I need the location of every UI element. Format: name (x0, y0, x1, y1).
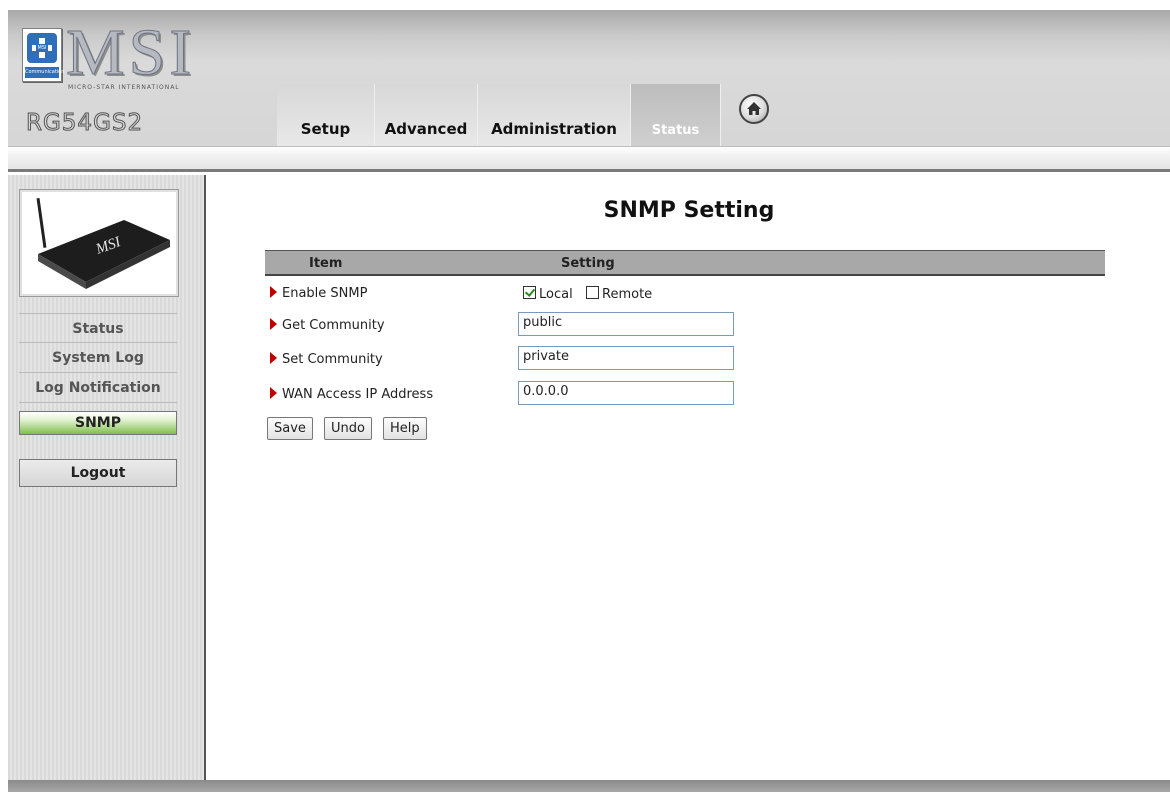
row-get-community: Get Community (270, 318, 385, 333)
sidebar: MSI Status System Log Log Notification S… (8, 175, 206, 780)
row-label: Set Community (282, 352, 383, 367)
red-arrow-icon (270, 387, 277, 399)
tab-setup[interactable]: Setup (277, 84, 375, 146)
emblem-cross-icon: MSI (27, 33, 57, 63)
router-image: MSI (19, 189, 179, 297)
remote-checkbox[interactable] (586, 286, 599, 299)
row-enable-snmp: Enable SNMP (270, 286, 367, 301)
router-admin-page: MSI Communication MSI MICRO-STAR INTERNA… (0, 0, 1170, 792)
column-header-item: Item (309, 256, 343, 271)
sidebar-item-status[interactable]: Status (19, 313, 177, 343)
help-button[interactable]: Help (383, 417, 427, 440)
sidebar-item-system-log[interactable]: System Log (19, 343, 177, 373)
footer-bar (8, 780, 1170, 792)
home-icon[interactable] (739, 94, 769, 124)
row-label: WAN Access IP Address (282, 387, 434, 402)
tab-status[interactable]: Status (631, 84, 721, 146)
red-arrow-icon (270, 352, 277, 364)
table-header: Item Setting (265, 250, 1105, 276)
local-label: Local (539, 287, 573, 302)
brand-logo: MSI (65, 16, 196, 89)
wan-access-ip-input[interactable]: 0.0.0.0 (518, 381, 734, 405)
get-community-input[interactable]: public (518, 312, 734, 336)
header: MSI Communication MSI MICRO-STAR INTERNA… (8, 10, 1170, 146)
sidebar-item-log-notification[interactable]: Log Notification (19, 373, 177, 403)
row-label: Get Community (282, 318, 385, 333)
local-checkbox-group[interactable]: Local (523, 286, 573, 302)
msi-emblem-logo: MSI Communication (22, 28, 64, 82)
undo-button[interactable]: Undo (324, 417, 372, 440)
brand-subtitle: MICRO-STAR INTERNATIONAL (68, 84, 180, 91)
remote-label: Remote (602, 287, 653, 302)
tab-advanced[interactable]: Advanced (375, 84, 478, 146)
red-arrow-icon (270, 286, 277, 298)
tab-administration[interactable]: Administration (478, 84, 631, 146)
remote-checkbox-group[interactable]: Remote (586, 286, 652, 302)
row-label: Enable SNMP (282, 286, 368, 301)
emblem-text: MSI (36, 44, 48, 52)
row-wan-access-ip: WAN Access IP Address (270, 387, 433, 402)
sidebar-item-snmp[interactable]: SNMP (19, 411, 177, 435)
set-community-input[interactable]: private (518, 346, 734, 370)
logout-button[interactable]: Logout (19, 459, 177, 487)
save-button[interactable]: Save (267, 417, 313, 440)
model-name: RG54GS2 (25, 110, 144, 137)
row-set-community: Set Community (270, 352, 383, 367)
red-arrow-icon (270, 318, 277, 330)
local-checkbox[interactable] (523, 286, 536, 299)
page-title: SNMP Setting (603, 198, 775, 223)
emblem-strip: Communication (25, 67, 64, 78)
column-header-setting: Setting (561, 256, 615, 271)
header-separator (8, 146, 1170, 172)
